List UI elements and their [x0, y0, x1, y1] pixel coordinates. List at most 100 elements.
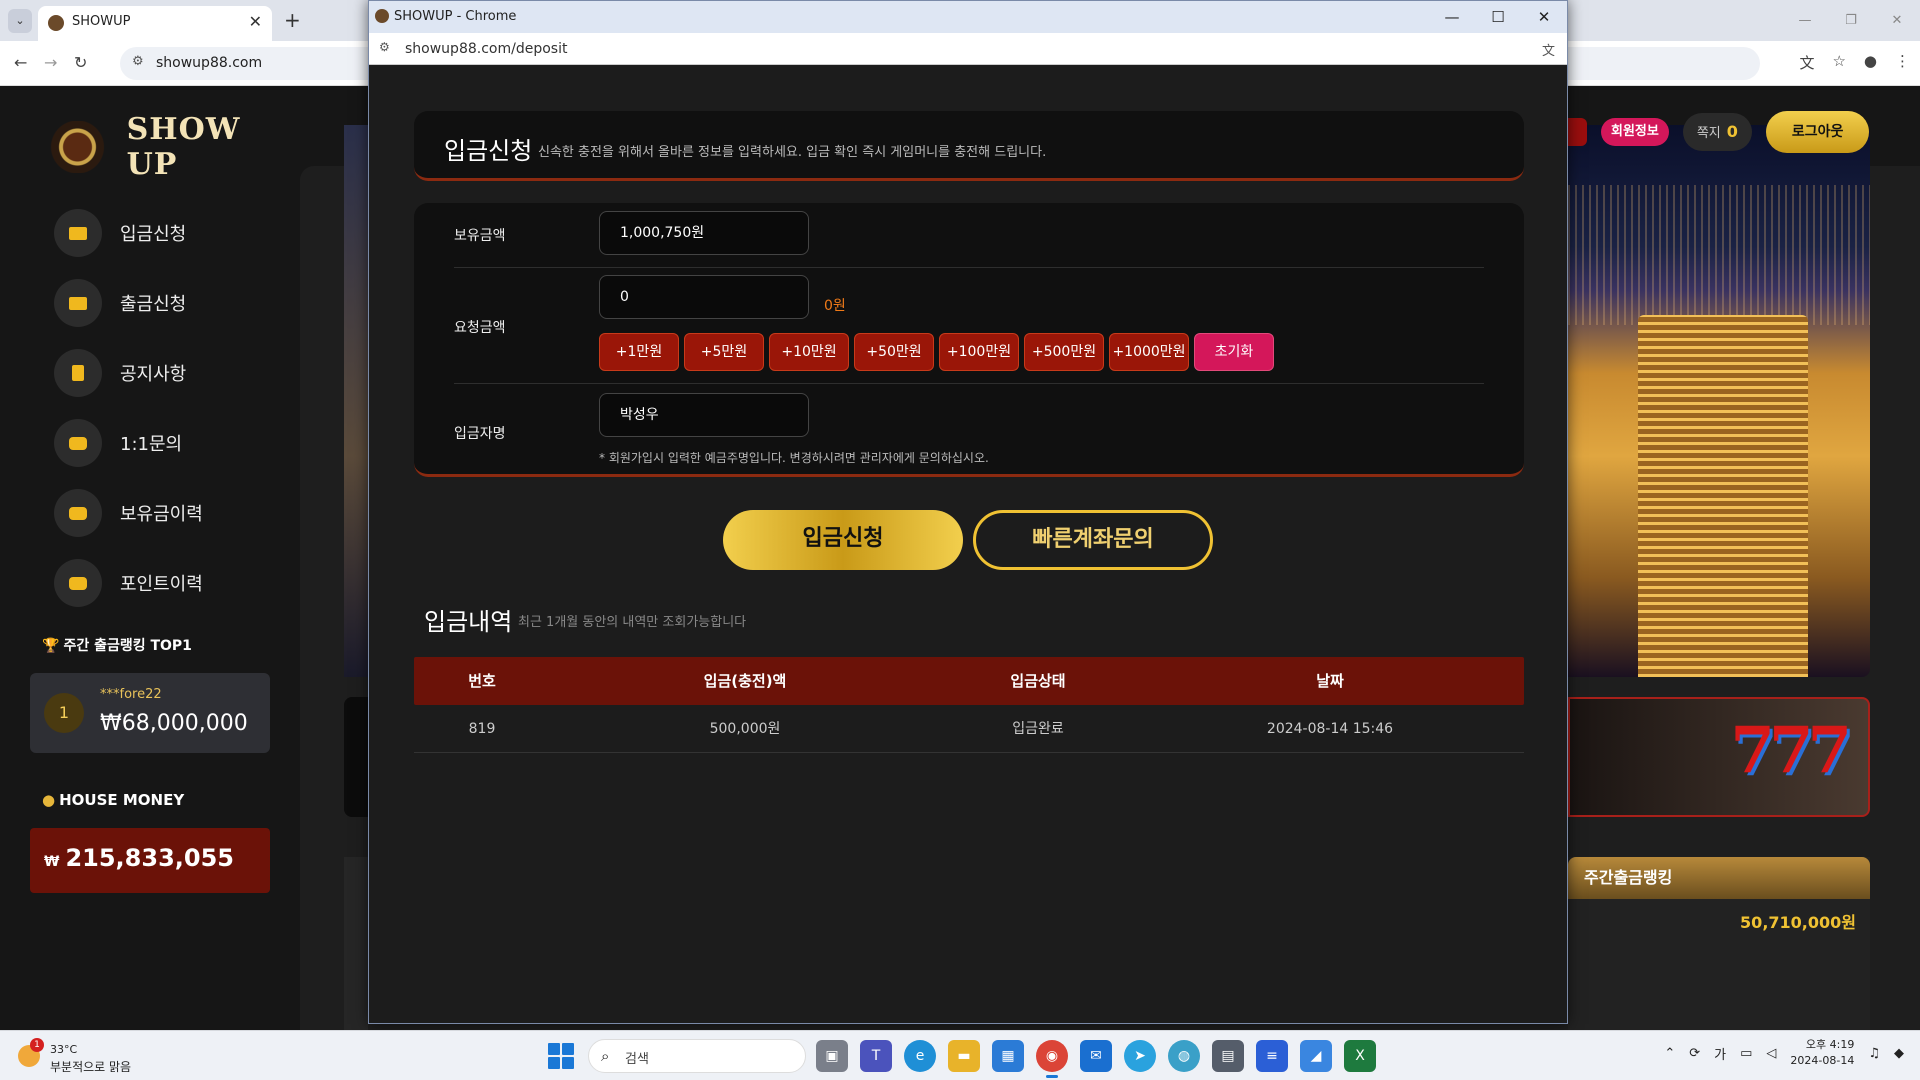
weather-temperature: 33°C — [50, 1043, 78, 1056]
popup-url[interactable]: showup88.com/deposit — [405, 41, 567, 57]
chevron-up-icon[interactable]: ⌃ — [1664, 1046, 1675, 1061]
sidebar-item-balance-history[interactable]: 보유금이력 — [54, 478, 203, 548]
restore-icon[interactable]: ❐ — [1828, 0, 1874, 41]
add-500k-button[interactable]: +50만원 — [854, 333, 934, 371]
rank-badge: 1 — [44, 693, 84, 733]
site-info-icon[interactable]: ⚙ — [132, 54, 144, 69]
deposit-form: 보유금액 1,000,750원 요청금액 0 0원 +1만원 +5만원 +10만… — [414, 203, 1524, 477]
store-icon[interactable]: ▦ — [992, 1040, 1024, 1072]
notepad-icon[interactable]: ≡ — [1256, 1040, 1288, 1072]
sidebar-item-withdraw[interactable]: 출금신청 — [54, 268, 203, 338]
sidebar-item-inquiry[interactable]: 1:1문의 — [54, 408, 203, 478]
volume-icon[interactable]: ◁ — [1766, 1046, 1776, 1061]
add-5m-button[interactable]: +500만원 — [1024, 333, 1104, 371]
column-header: 입금상태 — [1010, 672, 1066, 690]
page-subtitle: 신속한 충전을 위해서 올바른 정보를 입력하세요. 입금 확인 즉시 게임머니… — [538, 145, 1047, 160]
back-icon[interactable]: ← — [14, 53, 27, 72]
close-window-icon[interactable]: ✕ — [1521, 1, 1567, 33]
more-menu-icon[interactable]: ⋮ — [1895, 52, 1910, 73]
notification-bell-icon[interactable]: ♫ — [1868, 1046, 1880, 1061]
add-10m-button[interactable]: +1000만원 — [1109, 333, 1189, 371]
logout-button[interactable]: 로그아웃 — [1765, 111, 1870, 153]
balance-field: 1,000,750원 — [599, 211, 809, 255]
slot-banner[interactable]: 777 — [1568, 697, 1870, 817]
ime-indicator[interactable]: 가 — [1714, 1044, 1726, 1063]
request-amount-label: 요청금액 — [454, 320, 506, 336]
chat-icon — [54, 419, 102, 467]
site-info-icon[interactable]: ⚙ — [379, 40, 390, 54]
add-1m-button[interactable]: +100만원 — [939, 333, 1019, 371]
column-header: 번호 — [468, 672, 496, 690]
maximize-icon[interactable]: ☐ — [1475, 1, 1521, 33]
roulette-logo-icon — [32, 121, 123, 173]
popup-address-bar: ⚙ showup88.com/deposit 文 — [369, 33, 1567, 65]
task-view-icon[interactable]: ▣ — [816, 1040, 848, 1072]
column-header: 입금(충전)액 — [703, 672, 787, 690]
copilot-icon[interactable]: ◆ — [1894, 1046, 1904, 1061]
taskbar-search[interactable]: ⌕ 검색 — [588, 1039, 806, 1073]
close-window-icon[interactable]: ✕ — [1874, 0, 1920, 41]
taskbar-apps: ▣ T e ▬ ▦ ◉ ✉ ➤ ◍ ▤ ≡ ◢ X — [816, 1040, 1376, 1078]
depositor-field: 박성우 — [599, 393, 809, 437]
site-logo[interactable]: SHOW UP — [32, 112, 300, 182]
network-icon[interactable]: ▭ — [1740, 1046, 1752, 1061]
sync-icon[interactable]: ⟳ — [1689, 1046, 1700, 1061]
quick-account-inquiry-button[interactable]: 빠른계좌문의 — [973, 510, 1213, 570]
request-amount-preview: 0원 — [824, 298, 846, 314]
sidebar-item-label: 입금신청 — [120, 224, 187, 245]
translate-icon[interactable]: 文 — [1799, 52, 1814, 73]
hero-banner-edge — [344, 125, 368, 677]
minimize-icon[interactable]: — — [1429, 1, 1475, 33]
currency-symbol: ₩ — [44, 854, 60, 870]
submit-deposit-button[interactable]: 입금신청 — [723, 510, 963, 570]
globe-app-icon[interactable]: ◍ — [1168, 1040, 1200, 1072]
messages-button[interactable]: 쪽지 0 — [1682, 113, 1752, 151]
cell-status: 입금완료 — [1012, 721, 1064, 737]
profile-icon[interactable]: ● — [1864, 52, 1877, 73]
sevens-graphic-icon: 777 — [1730, 713, 1852, 788]
member-info-button[interactable]: 회원정보 — [1601, 118, 1669, 146]
photos-app-icon[interactable]: ◢ — [1300, 1040, 1332, 1072]
tab-search-button[interactable]: ⌄ — [8, 9, 32, 33]
edge-icon[interactable]: e — [904, 1040, 936, 1072]
panel-edge — [344, 857, 368, 1030]
browser-tab[interactable]: SHOWUP ✕ — [38, 6, 272, 41]
teams-icon[interactable]: T — [860, 1040, 892, 1072]
search-placeholder: 검색 — [625, 1052, 649, 1067]
clipboard-icon — [54, 349, 102, 397]
sidebar-item-point-history[interactable]: 포인트이력 — [54, 548, 203, 618]
weekly-ranking-panel: 주간출금랭킹 50,710,000원 — [1568, 857, 1870, 1030]
ranking-title-text: 주간 출금랭킹 TOP1 — [63, 638, 192, 654]
house-money-title: ● HOUSE MONEY — [42, 791, 184, 809]
close-tab-icon[interactable]: ✕ — [249, 12, 262, 31]
rank-amount: ₩68,000,000 — [100, 711, 248, 736]
telegram-icon[interactable]: ➤ — [1124, 1040, 1156, 1072]
add-50k-button[interactable]: +5만원 — [684, 333, 764, 371]
clock[interactable]: 오후 4:19 2024-08-14 — [1790, 1037, 1854, 1069]
cell-date: 2024-08-14 15:46 — [1266, 721, 1394, 737]
translate-icon[interactable]: 文 — [1542, 40, 1555, 59]
sidebar-item-label: 1:1문의 — [120, 434, 183, 455]
sidebar-item-notice[interactable]: 공지사항 — [54, 338, 203, 408]
add-100k-button[interactable]: +10만원 — [769, 333, 849, 371]
clock-time: 오후 4:19 — [1805, 1038, 1855, 1051]
chrome-icon[interactable]: ◉ — [1036, 1040, 1068, 1078]
sidebar-menu: 입금신청 출금신청 공지사항 1:1문의 보유금이력 포인트이력 — [54, 198, 203, 618]
calculator-icon[interactable]: ▤ — [1212, 1040, 1244, 1072]
bookmark-star-icon[interactable]: ☆ — [1832, 52, 1845, 73]
mail-icon[interactable]: ✉ — [1080, 1040, 1112, 1072]
reload-icon[interactable]: ↻ — [74, 53, 87, 72]
reset-button[interactable]: 초기화 — [1194, 333, 1274, 371]
minimize-icon[interactable]: — — [1782, 0, 1828, 41]
forward-icon[interactable]: → — [44, 53, 57, 72]
sidebar-item-deposit[interactable]: 입금신청 — [54, 198, 203, 268]
sidebar-item-label: 보유금이력 — [120, 504, 203, 525]
add-10k-button[interactable]: +1만원 — [599, 333, 679, 371]
request-amount-input[interactable]: 0 — [599, 275, 809, 319]
new-tab-button[interactable]: + — [284, 8, 301, 32]
site-favicon-icon — [48, 15, 64, 31]
start-button[interactable] — [548, 1043, 574, 1069]
excel-icon[interactable]: X — [1344, 1040, 1376, 1072]
system-tray: ⌃ ⟳ 가 ▭ ◁ 오후 4:19 2024-08-14 ♫ ◆ — [1664, 1037, 1904, 1069]
file-explorer-icon[interactable]: ▬ — [948, 1040, 980, 1072]
